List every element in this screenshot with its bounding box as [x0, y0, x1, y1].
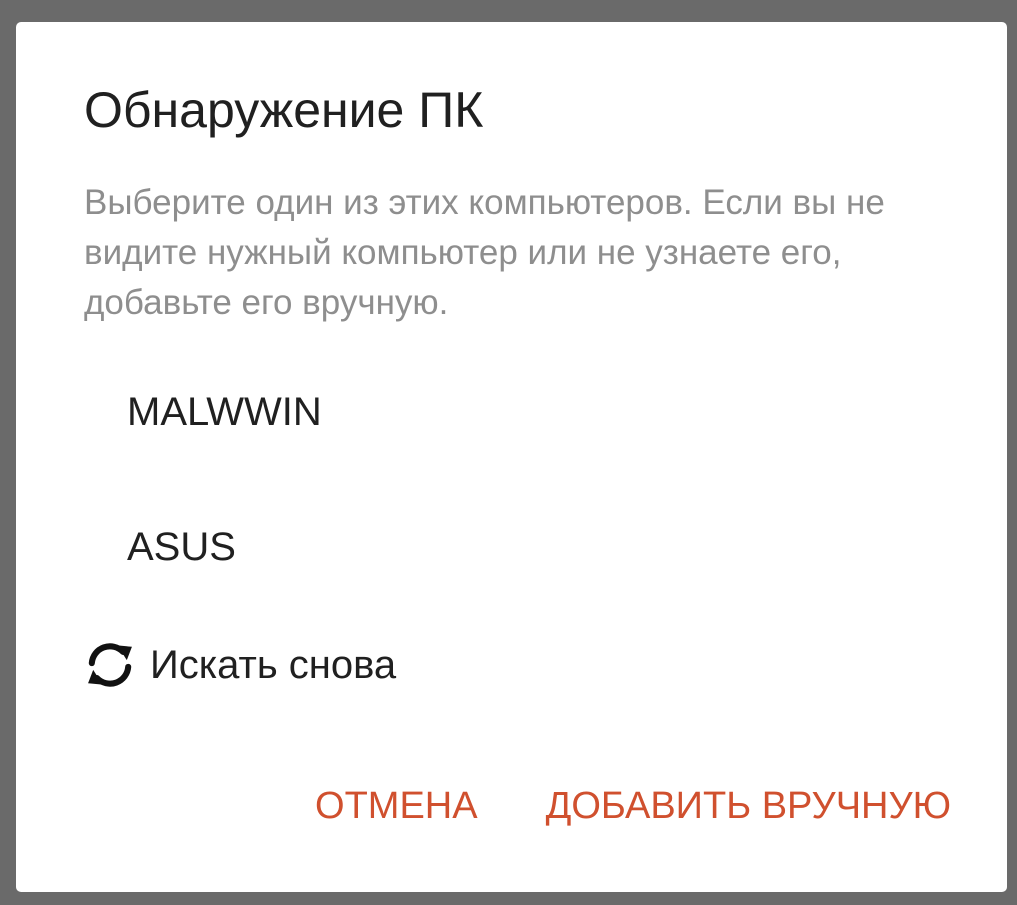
dialog-title: Обнаружение ПК: [84, 82, 484, 138]
add-manually-button[interactable]: ДОБАВИТЬ ВРУЧНУЮ: [546, 776, 951, 836]
search-again-button[interactable]: Искать снова: [82, 630, 396, 700]
cancel-button[interactable]: ОТМЕНА: [315, 776, 478, 836]
computer-item-asus[interactable]: ASUS: [16, 492, 1007, 602]
pc-discovery-dialog: Обнаружение ПК Выберите один из этих ком…: [16, 22, 1007, 892]
refresh-icon: [88, 643, 132, 687]
computer-item-malwwin[interactable]: MALWWIN: [16, 357, 1007, 467]
dialog-message: Выберите один из этих компьютеров. Если …: [84, 183, 885, 322]
computer-name: ASUS: [127, 525, 236, 569]
computer-name: MALWWIN: [127, 390, 322, 434]
dialog-actions: ОТМЕНА ДОБАВИТЬ ВРУЧНУЮ: [315, 776, 951, 836]
search-again-label: Искать снова: [150, 642, 397, 687]
